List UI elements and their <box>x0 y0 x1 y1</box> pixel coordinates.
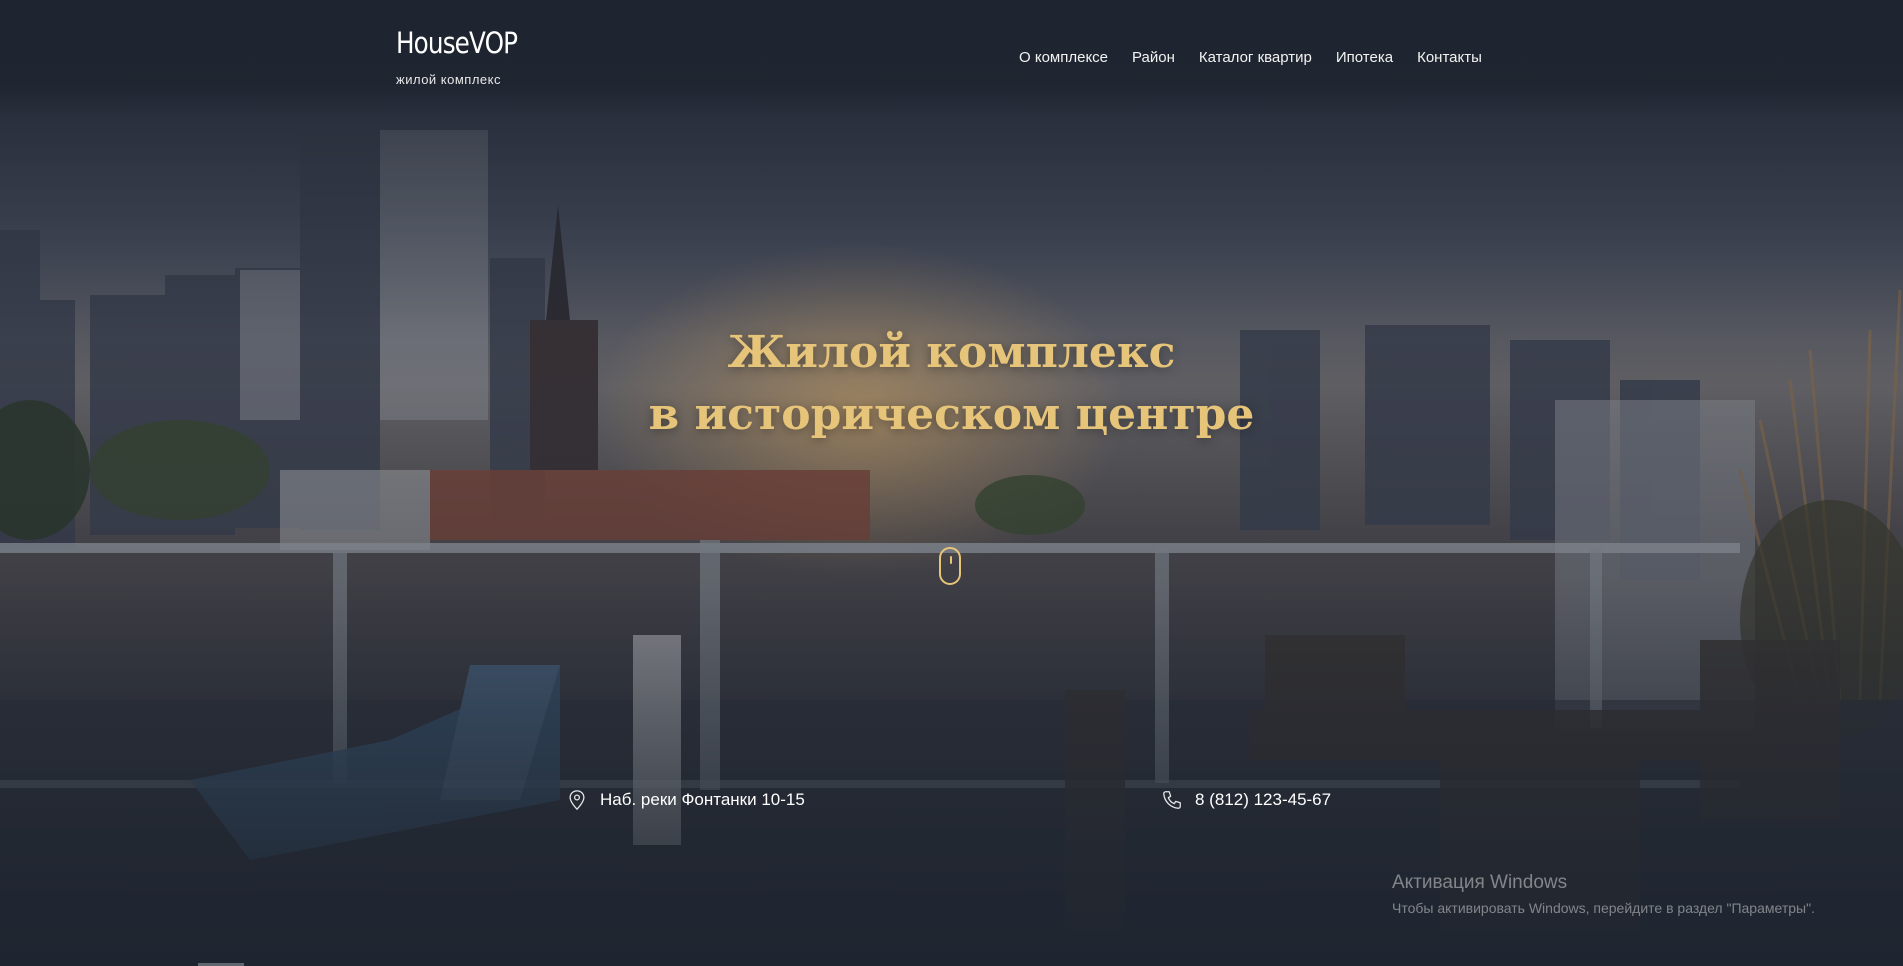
watermark-title: Активация Windows <box>1392 872 1568 893</box>
map-pin-icon <box>569 790 585 811</box>
phone-link[interactable]: 8 (812) 123-45-67 <box>1161 789 1331 811</box>
nav-link-about[interactable]: О комплексе <box>1019 49 1108 66</box>
hero-background <box>0 0 1903 966</box>
mouse-scroll-icon[interactable] <box>939 547 961 585</box>
main-nav: О комплексе Район Каталог квартир Ипотек… <box>1019 49 1506 66</box>
nav-link-mortgage[interactable]: Ипотека <box>1336 49 1393 66</box>
address-link[interactable]: Наб. реки Фонтанки 10-15 <box>566 789 805 811</box>
nav-link-contacts[interactable]: Контакты <box>1417 49 1482 66</box>
nav-link-catalog[interactable]: Каталог квартир <box>1199 49 1312 66</box>
headline-line-1: Жилой комплекс <box>727 327 1176 378</box>
mouse-wheel-indicator <box>950 556 952 564</box>
logo-subtitle: жилой комплекс <box>396 72 501 87</box>
headline-line-2: в историческом центре <box>648 389 1255 440</box>
site-logo[interactable]: HouseVOP жилой комплекс <box>396 26 539 87</box>
watermark-subtitle: Чтобы активировать Windows, перейдите в … <box>1392 900 1815 916</box>
windows-activation-watermark: Активация Windows Чтобы активировать Win… <box>1392 872 1815 916</box>
site-header: HouseVOP жилой комплекс О комплексе Райо… <box>0 0 1903 118</box>
phone-icon <box>1163 791 1181 809</box>
logo-title: HouseVOP <box>396 26 518 60</box>
address-text: Наб. реки Фонтанки 10-15 <box>600 790 805 809</box>
hero-headline: Жилой комплекс в историческом центре <box>0 322 1903 446</box>
nav-link-district[interactable]: Район <box>1132 49 1175 66</box>
phone-text: 8 (812) 123-45-67 <box>1195 790 1332 809</box>
